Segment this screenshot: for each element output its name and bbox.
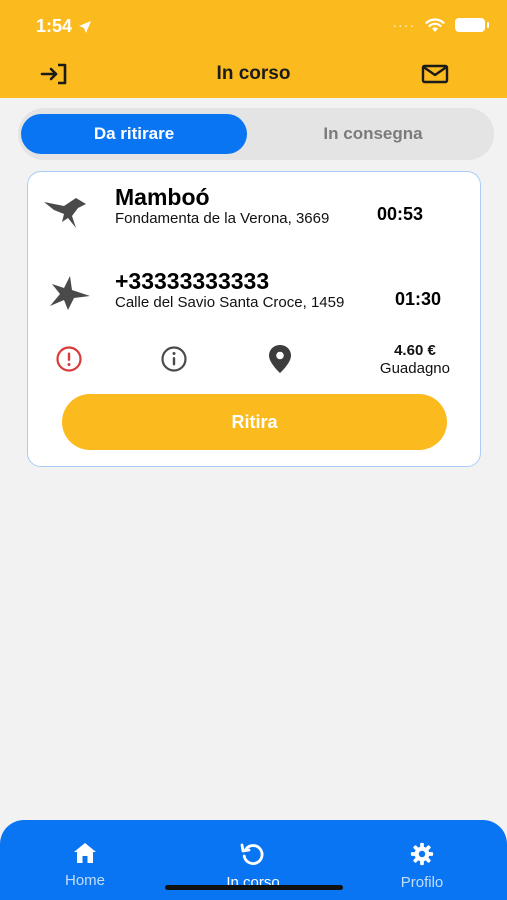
delivery-time: 01:30 (395, 289, 442, 309)
mail-icon[interactable] (421, 63, 449, 85)
wifi-icon (425, 17, 445, 32)
nav-label-profilo: Profilo (400, 874, 444, 891)
delivery-bird-icon (50, 276, 90, 310)
home-indicator (165, 885, 343, 890)
earning-label: Guadagno (379, 360, 450, 377)
battery-icon (455, 18, 489, 32)
gear-icon (410, 842, 434, 866)
app-header: 1:54 ···· In corso (0, 0, 507, 98)
order-card[interactable]: Mamboó Fondamenta de la Verona, 3669 00:… (27, 171, 481, 467)
earning-block: 4.60 € Guadagno (380, 342, 450, 377)
delivery-name: +33333333333 (115, 268, 270, 294)
alert-icon[interactable] (55, 345, 83, 373)
segmented-control: Da ritirare In consegna (18, 108, 494, 160)
history-icon (240, 843, 264, 865)
nav-label-home: Home (64, 872, 105, 889)
pickup-time: 00:53 (377, 204, 424, 224)
nav-item-in-corso[interactable]: In corso (193, 842, 313, 891)
nav-item-profilo[interactable]: Profilo (362, 842, 482, 891)
signal-icon: ···· (392, 17, 415, 33)
status-time-text: 1:54 (36, 16, 73, 36)
map-pin-icon[interactable] (266, 343, 294, 375)
earning-amount: 4.60 € (394, 342, 436, 359)
tab-in-consegna[interactable]: In consegna (258, 114, 488, 154)
info-icon[interactable] (160, 345, 188, 373)
status-bar-time: 1:54 (36, 16, 92, 37)
tab-da-ritirare[interactable]: Da ritirare (21, 114, 247, 154)
location-arrow-icon (79, 20, 92, 33)
home-icon (74, 843, 96, 863)
pickup-name: Mamboó (115, 184, 210, 210)
delivery-address: Calle del Savio Santa Croce, 1459 (115, 294, 345, 311)
ritira-button[interactable]: Ritira (62, 394, 447, 450)
pickup-address: Fondamenta de la Verona, 3669 (115, 210, 330, 227)
status-bar-indicators: ···· (392, 17, 489, 33)
pickup-bird-icon (44, 198, 86, 228)
nav-item-home[interactable]: Home (25, 842, 145, 889)
